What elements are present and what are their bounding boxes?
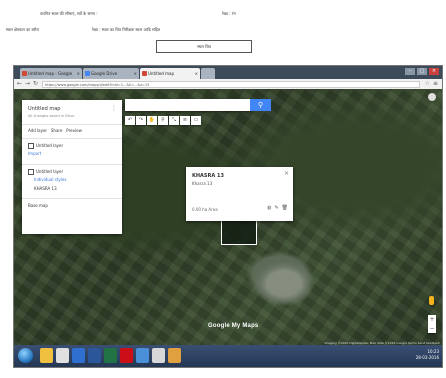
style-icon[interactable]: ◍: [267, 205, 271, 211]
edit-icon[interactable]: ✎: [274, 205, 278, 211]
street-view-pegman-icon[interactable]: [429, 296, 434, 305]
close-window-button[interactable]: ×: [429, 68, 439, 75]
maps-favicon-icon: [22, 71, 27, 76]
share-button[interactable]: Share: [51, 128, 63, 133]
zoom-out-button[interactable]: −: [428, 324, 436, 333]
khasra-polygon[interactable]: [221, 218, 257, 245]
reload-icon[interactable]: ↻: [33, 80, 38, 88]
tab-label: Untitled map: [148, 71, 174, 76]
window-controls: – □ ×: [405, 68, 439, 75]
feature-info-popup: × KHASRA 13 Khasra 13 0.00 ha Area ◍ ✎ 🗑: [186, 167, 293, 221]
satellite-map[interactable]: ⚲ ↶ ↷ ✋ ⚲ ⤡ ≡ ▭ ⋮ Untitled map All chang…: [14, 89, 442, 347]
start-button-icon[interactable]: [18, 348, 33, 363]
import-link[interactable]: Import: [28, 151, 41, 156]
search-icon[interactable]: ⚲: [250, 99, 271, 111]
document-line-1-right: रेखा : रंग: [222, 11, 236, 16]
close-icon[interactable]: ×: [284, 170, 289, 177]
map-toolbar: ↶ ↷ ✋ ⚲ ⤡ ≡ ▭: [125, 116, 201, 125]
feature-item[interactable]: KHASRA 13: [34, 186, 57, 191]
browser-tab-3-active[interactable]: Untitled map ×: [140, 68, 200, 79]
browser-screenshot: Untitled map - Google × Google Drive × U…: [13, 65, 443, 368]
measure-button[interactable]: ▭: [191, 116, 201, 125]
add-layer-button[interactable]: Add layer: [28, 128, 47, 133]
new-tab-button[interactable]: [201, 68, 215, 79]
excel-icon[interactable]: [104, 348, 117, 363]
popup-actions: ◍ ✎ 🗑: [267, 205, 288, 211]
chrome-active-icon[interactable]: [152, 348, 165, 363]
document-line-2: स्थल क्षेत्रफल का ब्यौरा: [6, 27, 39, 32]
divider: [22, 138, 122, 139]
forward-arrow-icon[interactable]: →: [25, 80, 30, 88]
hand-tool-button[interactable]: ✋: [147, 116, 157, 125]
panel-actions: Add layer Share Preview: [28, 128, 82, 133]
document-line-2-right: रेखा : स्थल का चित्र निरीक्षक स्थल आदि स…: [92, 27, 161, 32]
layer-1-title: Untitled layer: [36, 143, 64, 148]
style-link[interactable]: Individual styles: [34, 177, 66, 182]
popup-description: Khasra 13: [192, 181, 213, 186]
tab-label: Google Drive: [91, 71, 118, 76]
divider: [22, 164, 122, 165]
drive-favicon-icon: [85, 71, 90, 76]
bookmark-star-icon[interactable]: ☆: [425, 80, 430, 88]
save-status: All changes saved in Drive: [28, 114, 75, 118]
tab-label: Untitled map - Google: [28, 71, 73, 76]
account-avatar-icon[interactable]: [428, 93, 436, 101]
divider: [22, 198, 122, 199]
popup-footer: 0.00 ha Area: [192, 207, 218, 212]
preview-button[interactable]: Preview: [66, 128, 82, 133]
layer-2-title: Untitled layer: [36, 169, 64, 174]
google-logo: Google My Maps: [208, 323, 259, 329]
delete-icon[interactable]: 🗑: [282, 205, 288, 211]
explorer-icon[interactable]: [40, 348, 53, 363]
layer-2[interactable]: Untitled layer: [28, 169, 63, 175]
add-marker-button[interactable]: ⚲: [158, 116, 168, 125]
browser-menu-icon[interactable]: ≡: [433, 80, 438, 88]
popup-title: KHASRA 13: [192, 173, 224, 179]
close-tab-icon[interactable]: ×: [195, 68, 198, 79]
document-caption-box: स्थल चित्र: [156, 40, 252, 53]
browser-tab-2[interactable]: Google Drive ×: [83, 68, 139, 79]
close-tab-icon[interactable]: ×: [134, 68, 137, 79]
maps-favicon-icon: [142, 71, 147, 76]
divider: [22, 124, 122, 125]
layer-1[interactable]: Untitled layer: [28, 143, 63, 149]
checkbox-icon[interactable]: [28, 169, 34, 175]
village-settlement: [254, 261, 314, 306]
opera-icon[interactable]: [120, 348, 133, 363]
draw-line-button[interactable]: ⤡: [169, 116, 179, 125]
browser-tab-1[interactable]: Untitled map - Google ×: [20, 68, 82, 79]
clock-date: 28-03-2016: [415, 355, 439, 360]
chrome-icon[interactable]: [56, 348, 69, 363]
word-icon[interactable]: [88, 348, 101, 363]
zoom-in-button[interactable]: +: [428, 315, 436, 324]
map-side-panel: ⋮ Untitled map All changes saved in Driv…: [22, 100, 122, 234]
paint-icon[interactable]: [168, 348, 181, 363]
base-map-toggle[interactable]: Base map: [28, 203, 48, 208]
undo-button[interactable]: ↶: [125, 116, 135, 125]
map-search-input[interactable]: [125, 99, 250, 111]
windows-taskbar: 10:23 28-03-2016: [14, 345, 442, 367]
document-line-1: चयनित स्थल की सीमाएं, सर्वे के समय :: [40, 11, 98, 16]
maximize-button[interactable]: □: [417, 68, 427, 75]
close-tab-icon[interactable]: ×: [77, 68, 80, 79]
system-tray: 10:23 28-03-2016: [416, 349, 439, 361]
document-caption: स्थल चित्र: [197, 43, 211, 49]
zoom-control: + −: [428, 315, 436, 333]
directions-button[interactable]: ≡: [180, 116, 190, 125]
checkbox-icon[interactable]: [28, 143, 34, 149]
redo-button[interactable]: ↷: [136, 116, 146, 125]
minimize-button[interactable]: –: [405, 68, 415, 75]
back-arrow-icon[interactable]: ←: [17, 80, 22, 88]
map-title[interactable]: Untitled map: [28, 106, 60, 112]
more-options-icon[interactable]: ⋮: [111, 105, 117, 112]
url-input[interactable]: https://www.google.com/maps/d/edit?mid=1…: [42, 80, 420, 88]
media-player-icon[interactable]: [72, 348, 85, 363]
browser-tab-strip: Untitled map - Google × Google Drive × U…: [14, 66, 442, 79]
app-icon[interactable]: [136, 348, 149, 363]
